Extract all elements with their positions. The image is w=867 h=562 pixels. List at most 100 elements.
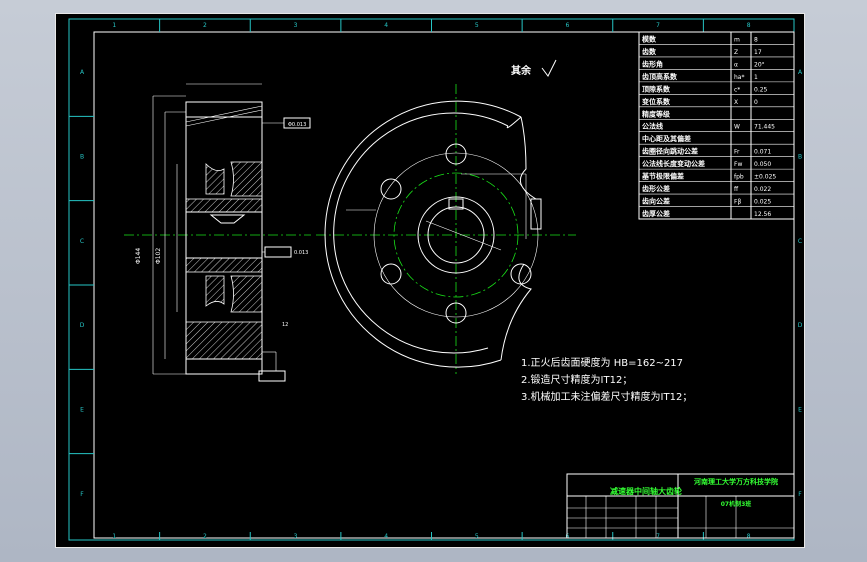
- param-name: 齿向公差: [642, 197, 670, 206]
- param-symbol: α: [734, 61, 738, 68]
- border-number: 4: [384, 533, 388, 540]
- hatch-hub-bottom: [185, 257, 263, 273]
- tooth-cut-2: [500, 263, 532, 361]
- hatch-bottom-1: [205, 275, 225, 307]
- web-hole-2: [380, 178, 402, 200]
- gear-drawing: 1122334455667788 A AB BC CD DE EF F Φ144…: [68, 18, 803, 541]
- param-name: 齿厚公差: [642, 209, 670, 218]
- school-name: 河南理工大学万方科技学院: [694, 477, 778, 486]
- border-letters-side: A A B B C C D D E E F F: [69, 69, 803, 498]
- surface-roughness-label: 其余: [511, 64, 532, 77]
- param-symbol: X: [734, 99, 738, 106]
- border-number: 1: [112, 533, 116, 540]
- param-value: 8: [754, 36, 758, 43]
- param-name: 模数: [642, 34, 657, 43]
- cad-viewport[interactable]: 1122334455667788 AABBCCDDEEFF Φ144 Φ102 …: [55, 13, 805, 548]
- tip-circle: [324, 100, 522, 368]
- param-symbol: Fβ: [734, 199, 741, 206]
- param-value: 0.025: [754, 199, 771, 206]
- param-value: 1: [754, 74, 758, 81]
- hatch-hub-top: [185, 198, 263, 213]
- dim-tol-top: Φ0.013: [288, 122, 306, 128]
- border-number: 3: [294, 22, 298, 29]
- border-number: 8: [747, 533, 751, 540]
- param-symbol: Fr: [734, 149, 740, 156]
- border-letter: C: [798, 238, 802, 245]
- param-name: 中心距及其偏差: [642, 134, 691, 143]
- border-number: 7: [656, 22, 660, 29]
- dim-outer-dia: Φ144: [135, 248, 142, 264]
- border-letter: B: [798, 154, 802, 161]
- border-number: 4: [384, 22, 388, 29]
- border-letter: F: [798, 491, 802, 498]
- technical-requirements: 1.正火后齿面硬度为 HB=162~217 2.锻造尺寸精度为IT12； 3.机械加…: [521, 356, 692, 403]
- param-value: 17: [754, 49, 762, 56]
- border-number: 2: [203, 533, 207, 540]
- border-number: 5: [475, 533, 479, 540]
- gear-front-view: [316, 84, 576, 374]
- root-circle: [333, 112, 509, 354]
- param-symbol: ha*: [734, 74, 744, 81]
- param-symbol: Z: [734, 49, 738, 56]
- drawing-number: 07机制3班: [721, 500, 752, 508]
- hatch-rim-bottom: [185, 321, 263, 360]
- param-symbol: W: [734, 124, 740, 131]
- tech-requirement-line: 2.锻造尺寸精度为IT12；: [521, 373, 632, 386]
- border-letter: D: [798, 322, 803, 329]
- param-value: 0.050: [754, 161, 771, 168]
- param-value: ±0.025: [754, 174, 776, 181]
- inner-frame: [93, 31, 795, 539]
- border-number: 3: [294, 533, 298, 540]
- border-number: 1: [112, 22, 116, 29]
- param-symbol: ff: [734, 186, 739, 193]
- param-name: 齿顶高系数: [642, 72, 678, 81]
- outer-frame: [68, 18, 795, 541]
- border-letter: E: [798, 407, 802, 414]
- param-symbol: c*: [734, 86, 740, 93]
- border-letter: F: [80, 491, 84, 498]
- part-name: 减速器中间轴大齿轮: [610, 486, 682, 496]
- border-number: 6: [566, 22, 570, 29]
- border-number: 8: [747, 22, 751, 29]
- hatch-top-1: [205, 163, 225, 195]
- border-letter: D: [80, 322, 85, 329]
- dim-root-dia: Φ102: [155, 248, 162, 264]
- param-name: 齿圈径向跳动公差: [642, 147, 698, 156]
- param-value: 71.445: [754, 124, 775, 131]
- border-letter: A: [798, 69, 803, 76]
- param-value: 20°: [754, 61, 765, 68]
- border-letter: C: [80, 238, 84, 245]
- border-number: 7: [656, 533, 660, 540]
- border-letter: E: [80, 407, 84, 414]
- gear-parameters-table: 模数 m 8 齿数 Z 17 齿形角 α 20° 齿顶高系数 ha* 1 顶隙系数 c* 0.25 变位系数 X…: [638, 31, 795, 220]
- dim-runout: 0.013: [294, 250, 308, 256]
- param-name: 公法线长度变动公差: [642, 159, 705, 168]
- param-name: 齿形公差: [642, 184, 670, 193]
- param-name: 变位系数: [642, 97, 671, 106]
- tooth-cut-1: [519, 116, 537, 200]
- keyway: [209, 214, 246, 224]
- param-name: 公法线: [642, 122, 663, 131]
- param-symbol: Fw: [734, 161, 742, 168]
- param-name: 精度等级: [642, 109, 671, 118]
- param-value: 12.56: [754, 211, 771, 218]
- border-letter: A: [80, 69, 85, 76]
- param-value: 0: [754, 99, 758, 106]
- border-number: 5: [475, 22, 479, 29]
- param-name: 齿形角: [642, 59, 663, 68]
- roughness-icon: [541, 59, 557, 77]
- param-name: 顶隙系数: [642, 84, 671, 93]
- tol-frame-front: [530, 198, 542, 230]
- hatch-bottom-2: [230, 275, 263, 313]
- border-letter: B: [80, 154, 84, 161]
- dim-12: 12: [282, 322, 288, 328]
- param-value: 0.022: [754, 186, 771, 193]
- border-number: 2: [203, 22, 207, 29]
- param-value: 0.25: [754, 86, 768, 93]
- param-symbol: m: [734, 36, 740, 43]
- gear-section-view: [124, 83, 311, 382]
- tech-requirement-line: 1.正火后齿面硬度为 HB=162~217: [521, 356, 683, 369]
- border-number: 6: [566, 533, 570, 540]
- param-name: 齿数: [642, 47, 657, 56]
- param-name: 基节极限偏差: [641, 172, 684, 181]
